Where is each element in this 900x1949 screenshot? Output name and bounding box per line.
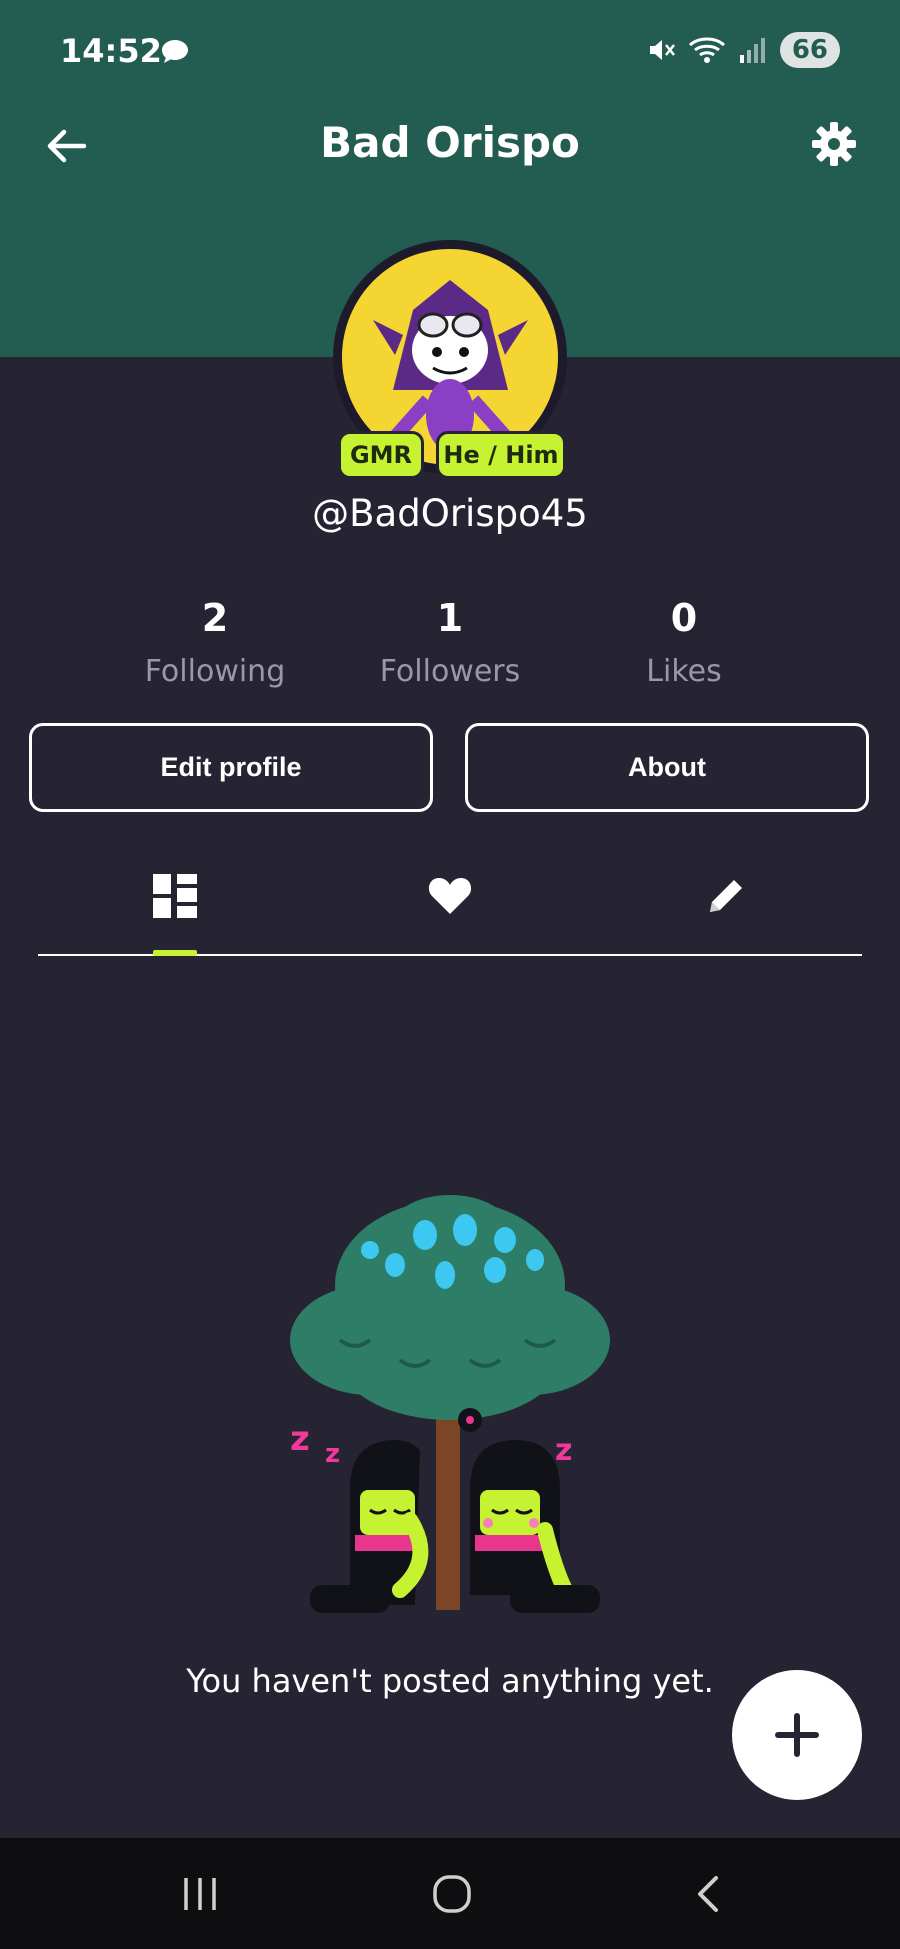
followers-count: 1 <box>436 596 464 640</box>
grid-icon[interactable] <box>151 872 199 920</box>
stat-likes[interactable]: 0 Likes <box>584 596 784 689</box>
sleeping-characters-illustration: z z z <box>290 1195 610 1613</box>
heart-icon[interactable] <box>426 872 474 920</box>
profile-handle: @BadOrispo45 <box>312 492 588 535</box>
svg-text:z: z <box>325 1439 340 1469</box>
recent-apps-icon[interactable] <box>180 1874 220 1914</box>
mute-icon <box>649 40 675 60</box>
settings-gear-icon[interactable] <box>810 120 858 168</box>
svg-text:z: z <box>290 1419 310 1459</box>
likes-label: Likes <box>646 654 722 689</box>
home-icon[interactable] <box>432 1874 472 1914</box>
message-icon <box>162 40 188 63</box>
about-button[interactable]: About <box>465 723 869 812</box>
create-post-button[interactable] <box>732 1670 862 1800</box>
followers-label: Followers <box>379 654 521 689</box>
page-title: Bad Orispo <box>320 118 580 167</box>
edit-profile-button[interactable]: Edit profile <box>29 723 433 812</box>
plus-icon <box>775 1713 819 1757</box>
svg-text:z: z <box>555 1433 572 1468</box>
back-icon[interactable] <box>688 1874 728 1914</box>
system-navigation-bar <box>0 1838 900 1949</box>
status-bar: 14:52 66 <box>0 26 900 76</box>
active-tab-indicator <box>153 950 197 956</box>
stat-following[interactable]: 2 Following <box>115 596 315 689</box>
following-count: 2 <box>201 596 229 640</box>
badge-gmr: GMR <box>338 431 424 479</box>
battery-level: 66 <box>779 32 840 68</box>
following-label: Following <box>144 654 286 689</box>
status-time: 14:52 <box>60 32 162 70</box>
status-icons: 66 <box>646 32 840 68</box>
wifi-icon <box>688 37 725 63</box>
likes-count: 0 <box>670 596 698 640</box>
stat-followers[interactable]: 1 Followers <box>350 596 550 689</box>
signal-icon <box>739 38 765 63</box>
pencil-icon[interactable] <box>702 872 750 920</box>
badge-pronouns: He / Him <box>436 431 566 479</box>
